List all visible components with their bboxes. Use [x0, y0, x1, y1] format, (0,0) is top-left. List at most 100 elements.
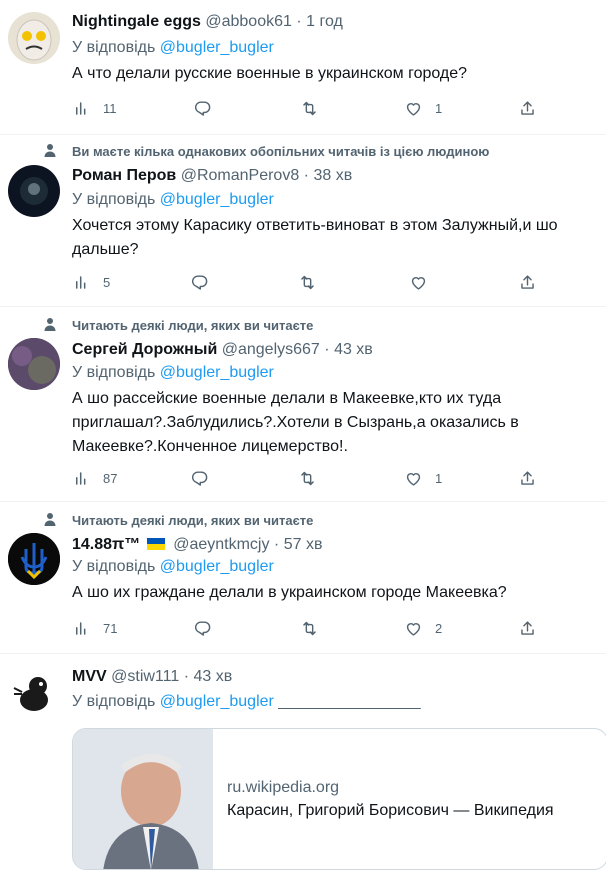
reply-context: У відповідь @bugler_bugler — [72, 364, 274, 382]
like-button[interactable]: 1 — [404, 97, 442, 119]
avatar[interactable] — [8, 533, 60, 585]
timestamp[interactable]: 1 год — [306, 13, 343, 30]
views-count: 87 — [103, 470, 118, 486]
reply-prefix: У відповідь — [72, 693, 156, 710]
reply-icon — [194, 100, 211, 116]
retweet-icon — [303, 101, 316, 115]
like-icon — [406, 472, 421, 486]
handle[interactable]: @RomanPerov8 — [181, 167, 300, 184]
like-count: 1 — [435, 470, 443, 486]
like-button[interactable]: 2 — [404, 617, 442, 639]
ukraine-flag-icon — [146, 538, 165, 550]
handle[interactable]: @abbook61 — [205, 13, 292, 30]
retweet-button[interactable] — [298, 271, 317, 293]
handle[interactable]: @angelys667 — [222, 341, 320, 358]
reply-icon — [191, 470, 208, 486]
tweet[interactable]: Ви маєте кілька однакових обопільних чит… — [0, 135, 606, 307]
share-button[interactable] — [518, 467, 537, 489]
social-context: Читають деякі люди, яких ви читаєте — [72, 318, 314, 333]
display-name[interactable]: Роман Перов — [72, 167, 176, 184]
social-context: Читають деякі люди, яких ви читаєте — [72, 513, 314, 528]
tweet-text: А что делали русские военные в украинско… — [72, 65, 468, 82]
retweet-button[interactable] — [300, 97, 319, 119]
separator: · — [303, 167, 309, 184]
tweet-text: Хочется этому Карасику ответить-виноват … — [72, 217, 558, 258]
reply-mention-link[interactable]: @bugler_bugler — [160, 364, 274, 381]
reply-button[interactable] — [190, 467, 209, 489]
reply-button[interactable] — [190, 271, 209, 293]
avatar[interactable] — [8, 666, 60, 718]
share-icon — [521, 100, 534, 115]
separator: · — [324, 341, 330, 358]
retweet-button[interactable] — [300, 617, 319, 639]
retweet-icon — [301, 275, 314, 289]
reply-mention-link[interactable]: @bugler_bugler — [160, 39, 274, 56]
reply-mention-link[interactable]: @bugler_bugler — [160, 191, 274, 208]
person-icon — [44, 144, 56, 157]
stats-icon — [75, 471, 86, 485]
avatar[interactable] — [8, 12, 60, 64]
retweet-icon — [303, 621, 316, 635]
like-icon — [411, 276, 426, 290]
reply-button[interactable] — [193, 97, 212, 119]
link-card-image — [73, 729, 213, 869]
tweet-header: Nightingale eggs @abbook61 · 1 год — [72, 13, 343, 31]
reply-prefix: У відповідь — [72, 191, 156, 208]
share-icon — [521, 274, 534, 289]
like-count: 2 — [435, 620, 443, 636]
views-button[interactable]: 71 — [72, 617, 117, 639]
link-card-domain: ru.wikipedia.org — [227, 779, 340, 796]
display-name[interactable]: Сергей Дорожный — [72, 341, 217, 358]
reply-mention-link[interactable]: @bugler_bugler — [160, 558, 274, 575]
handle[interactable]: @aeyntkmcjy — [173, 536, 269, 553]
display-name[interactable]: MVV — [72, 668, 107, 685]
separator: · — [183, 668, 190, 685]
views-count: 11 — [103, 100, 117, 116]
reply-mention-link[interactable]: @bugler_bugler — [160, 693, 274, 710]
reply-prefix: У відповідь — [72, 39, 156, 56]
timestamp[interactable]: 43 хв — [334, 341, 373, 358]
tweet-header: MVV @stiw111 · 43 хв — [72, 668, 232, 686]
separator: · — [296, 13, 302, 30]
link-card[interactable]: ru.wikipedia.org Карасин, Григорий Борис… — [72, 728, 606, 870]
person-icon — [44, 513, 56, 526]
tweet[interactable]: Nightingale eggs @abbook61 · 1 год У від… — [0, 0, 606, 135]
reply-prefix: У відповідь — [72, 558, 156, 575]
like-button[interactable] — [409, 271, 428, 293]
reply-context: У відповідь @bugler_bugler — [72, 39, 274, 57]
timestamp[interactable]: 57 хв — [284, 536, 323, 553]
social-context: Ви маєте кілька однакових обопільних чит… — [72, 144, 490, 159]
tweet[interactable]: Читають деякі люди, яких ви читаєте Серг… — [0, 307, 606, 502]
tweet[interactable]: Читають деякі люди, яких ви читаєте 14.8… — [0, 502, 606, 654]
stats-icon — [75, 275, 86, 289]
views-button[interactable]: 5 — [72, 271, 110, 293]
reply-icon — [194, 620, 211, 636]
timestamp[interactable]: 38 хв — [313, 167, 352, 184]
reply-icon — [191, 274, 208, 290]
avatar[interactable] — [8, 165, 60, 217]
action-bar: 5 — [72, 271, 542, 293]
reply-suffix: ________________ — [278, 693, 421, 710]
views-button[interactable]: 11 — [72, 97, 117, 119]
display-name[interactable]: 14.88π™ — [72, 536, 140, 553]
stats-icon — [75, 621, 86, 635]
like-button[interactable]: 1 — [404, 467, 442, 489]
timestamp[interactable]: 43 хв — [193, 668, 232, 685]
views-button[interactable]: 87 — [72, 467, 117, 489]
views-count: 5 — [103, 274, 111, 290]
share-button[interactable] — [518, 271, 537, 293]
display-name[interactable]: Nightingale eggs — [72, 13, 201, 30]
handle[interactable]: @stiw111 — [111, 668, 179, 685]
tweet-header: Сергей Дорожный @angelys667 · 43 хв — [72, 341, 373, 359]
share-button[interactable] — [518, 617, 537, 639]
retweet-button[interactable] — [298, 467, 317, 489]
like-count: 1 — [435, 100, 443, 116]
person-icon — [44, 318, 56, 331]
action-bar: 11 1 — [72, 97, 542, 119]
reply-button[interactable] — [193, 617, 212, 639]
share-button[interactable] — [518, 97, 537, 119]
like-icon — [406, 102, 421, 116]
reply-prefix: У відповідь — [72, 364, 156, 381]
retweet-icon — [301, 471, 314, 485]
avatar[interactable] — [8, 338, 60, 390]
